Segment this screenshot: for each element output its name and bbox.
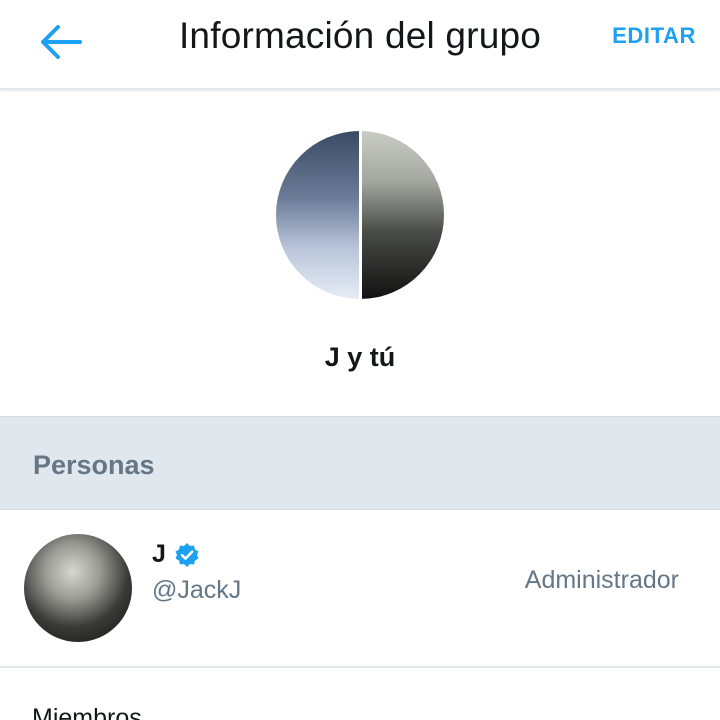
group-avatar-left-photo	[276, 131, 359, 299]
top-app-bar: Información del grupo EDITAR	[0, 0, 720, 90]
member-name: J	[152, 540, 166, 568]
people-section-title: Personas	[33, 450, 155, 480]
group-info-hero: J y tú	[0, 92, 720, 416]
edit-button[interactable]: EDITAR	[612, 23, 696, 49]
member-handle: @JackJ	[152, 576, 242, 604]
members-section-title: Miembros	[32, 704, 142, 720]
group-avatar[interactable]	[276, 131, 444, 299]
group-name: J y tú	[324, 342, 396, 372]
verified-badge-icon	[175, 542, 199, 567]
people-section-header: Personas	[0, 416, 720, 510]
group-avatar-right-photo	[362, 131, 444, 299]
member-name-row: J	[152, 540, 200, 569]
avatar[interactable]	[24, 534, 132, 642]
member-role: Administrador	[524, 566, 679, 594]
member-row[interactable]: J @JackJ Administrador	[0, 510, 720, 668]
